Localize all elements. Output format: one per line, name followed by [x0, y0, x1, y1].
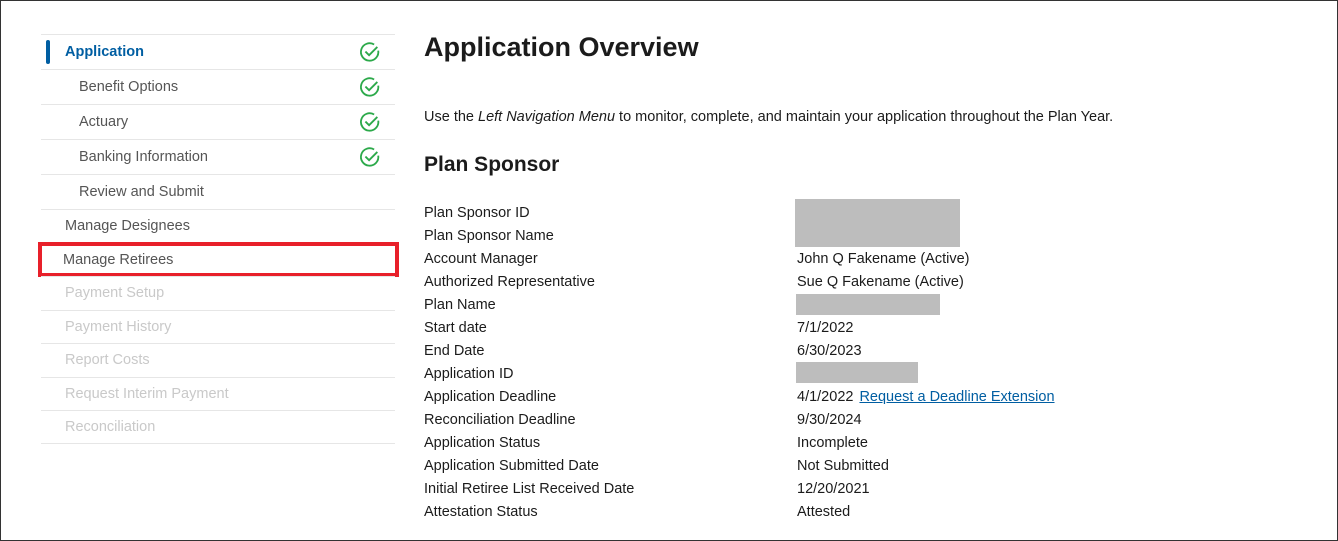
detail-row: Account Manager John Q Fakename (Active): [424, 250, 970, 267]
check-circle-icon: [360, 42, 380, 62]
sidebar-item-reconciliation: Reconciliation: [41, 410, 395, 444]
sidebar-item-manage-designees[interactable]: Manage Designees: [41, 209, 395, 243]
page-description: Use the Left Navigation Menu to monitor,…: [424, 109, 1114, 125]
sidebar-item-benefit-options[interactable]: Benefit Options: [41, 69, 395, 104]
detail-row: Start date 7/1/2022: [424, 319, 854, 336]
detail-row: Reconciliation Deadline 9/30/2024: [424, 411, 862, 428]
check-circle-icon: [360, 77, 380, 97]
detail-row: Application ID: [424, 362, 1124, 385]
sidebar-item-report-costs: Report Costs: [41, 343, 395, 377]
sidebar-item-banking-information[interactable]: Banking Information: [41, 139, 395, 174]
detail-row: Attestation Status Attested: [424, 503, 851, 520]
sidebar-item-payment-history: Payment History: [41, 309, 395, 344]
sidebar-item-payment-setup: Payment Setup: [41, 276, 395, 310]
detail-row: Plan Sponsor Name: [424, 227, 554, 244]
detail-row: Plan Sponsor ID: [424, 199, 1124, 247]
sidebar-item-review-and-submit[interactable]: Review and Submit: [41, 174, 395, 209]
detail-row: Application Submitted Date Not Submitted: [424, 457, 889, 474]
sidebar-item-manage-retirees[interactable]: Manage Retirees: [38, 241, 399, 277]
detail-row: Authorized Representative Sue Q Fakename …: [424, 273, 964, 290]
detail-row: Application Deadline 4/1/2022 Request a De…: [424, 388, 1055, 405]
redacted-value: [796, 362, 918, 383]
sidebar-item-application[interactable]: Application: [41, 34, 395, 69]
detail-row: Application Status Incomplete: [424, 434, 868, 451]
sidebar-item-request-interim-payment: Request Interim Payment: [41, 376, 395, 411]
left-navigation-menu: Application Benefit Options Actuary Bank…: [38, 34, 399, 444]
sidebar-item-actuary[interactable]: Actuary: [41, 104, 395, 139]
detail-row: End Date 6/30/2023: [424, 342, 862, 359]
request-deadline-extension-link[interactable]: Request a Deadline Extension: [859, 389, 1054, 405]
plan-sponsor-details: Plan Sponsor ID Plan Sponsor Name Accoun…: [424, 199, 1124, 523]
detail-row: Plan Name: [424, 293, 1124, 316]
section-title: Plan Sponsor: [424, 153, 560, 176]
redacted-value: [796, 294, 940, 315]
check-circle-icon: [360, 147, 380, 167]
page-title: Application Overview: [424, 32, 699, 62]
detail-row: Initial Retiree List Received Date 12/20/…: [424, 480, 870, 497]
check-circle-icon: [360, 112, 380, 132]
